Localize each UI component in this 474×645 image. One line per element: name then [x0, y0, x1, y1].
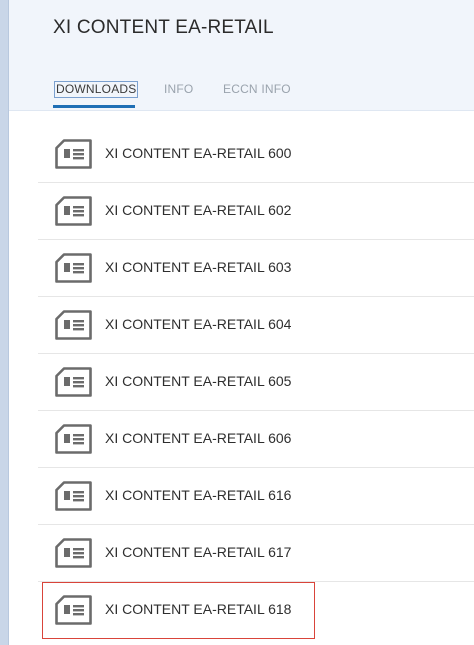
- active-tab-indicator: [53, 105, 135, 108]
- page-title: XI CONTENT EA-RETAIL: [53, 17, 274, 38]
- list-item[interactable]: XI CONTENT EA-RETAIL 600: [38, 126, 474, 183]
- document-icon: [55, 139, 92, 169]
- list-item[interactable]: XI CONTENT EA-RETAIL 604: [38, 297, 474, 354]
- tab-eccn-info[interactable]: ECCN INFO: [223, 81, 291, 98]
- list-item[interactable]: XI CONTENT EA-RETAIL 603: [38, 240, 474, 297]
- tab-info[interactable]: INFO: [164, 81, 193, 98]
- download-item-label: XI CONTENT EA-RETAIL 605: [105, 373, 292, 389]
- download-item-label: XI CONTENT EA-RETAIL 617: [105, 544, 292, 560]
- list-item[interactable]: XI CONTENT EA-RETAIL 616: [38, 468, 474, 525]
- left-rail: [0, 0, 9, 645]
- list-item[interactable]: XI CONTENT EA-RETAIL 617: [38, 525, 474, 582]
- download-item-label: XI CONTENT EA-RETAIL 603: [105, 259, 292, 275]
- download-item-label: XI CONTENT EA-RETAIL 602: [105, 202, 292, 218]
- document-icon: [55, 310, 92, 340]
- document-icon: [55, 367, 92, 397]
- download-item-label: XI CONTENT EA-RETAIL 616: [105, 487, 292, 503]
- document-icon: [55, 196, 92, 226]
- list-item-selected[interactable]: XI CONTENT EA-RETAIL 618: [42, 582, 315, 639]
- document-icon: [55, 538, 92, 568]
- header: XI CONTENT EA-RETAIL DOWNLOADS INFO ECCN…: [9, 0, 474, 111]
- document-icon: [55, 253, 92, 283]
- document-icon: [55, 424, 92, 454]
- list-item[interactable]: XI CONTENT EA-RETAIL 602: [38, 183, 474, 240]
- list-item[interactable]: XI CONTENT EA-RETAIL 606: [38, 411, 474, 468]
- downloads-list: XI CONTENT EA-RETAIL 600 XI CONTENT EA-R…: [38, 126, 474, 639]
- download-item-label: XI CONTENT EA-RETAIL 600: [105, 145, 292, 161]
- download-item-label: XI CONTENT EA-RETAIL 606: [105, 430, 292, 446]
- document-icon: [55, 595, 92, 625]
- list-item[interactable]: XI CONTENT EA-RETAIL 605: [38, 354, 474, 411]
- download-item-label: XI CONTENT EA-RETAIL 604: [105, 316, 292, 332]
- download-item-label: XI CONTENT EA-RETAIL 618: [105, 601, 292, 617]
- document-icon: [55, 481, 92, 511]
- tab-downloads[interactable]: DOWNLOADS: [54, 81, 139, 98]
